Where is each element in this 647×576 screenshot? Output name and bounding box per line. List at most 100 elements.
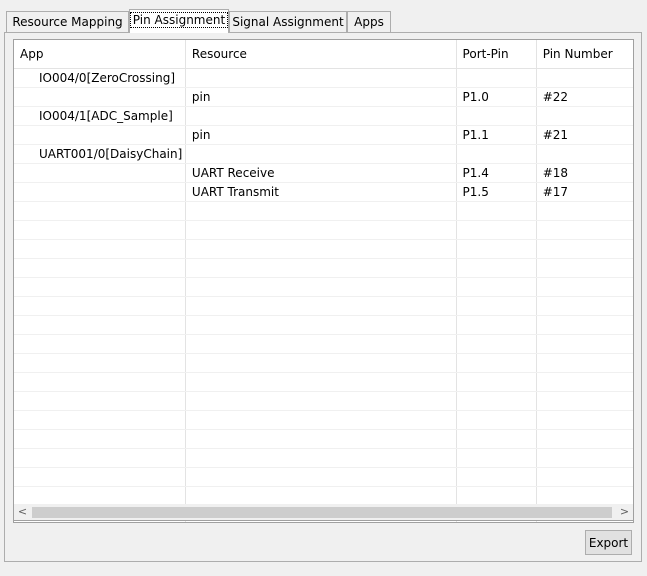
- table-row[interactable]: [14, 353, 633, 373]
- table-row[interactable]: [14, 258, 633, 278]
- tab-label: Apps: [354, 15, 384, 29]
- cell-port-pin: [456, 106, 537, 126]
- cell-app: [14, 87, 186, 107]
- cell-resource: [185, 315, 457, 335]
- cell-resource: [185, 220, 457, 240]
- table-row[interactable]: [14, 201, 633, 221]
- cell-resource: [185, 486, 457, 506]
- tab-pin-assignment[interactable]: Pin Assignment: [129, 9, 229, 33]
- table-row[interactable]: [14, 220, 633, 240]
- cell-resource: [185, 372, 457, 392]
- table-row[interactable]: [14, 391, 633, 411]
- cell-app: [14, 125, 186, 145]
- cell-pin-number: [536, 144, 633, 164]
- cell-app: [14, 182, 186, 202]
- table-row[interactable]: [14, 467, 633, 487]
- cell-app: [14, 410, 186, 430]
- table-row[interactable]: UART Transmit P1.5 #17: [14, 182, 633, 202]
- cell-port-pin: P1.1: [456, 125, 537, 145]
- cell-app: [14, 391, 186, 411]
- cell-pin-number: [536, 486, 633, 506]
- table-row[interactable]: [14, 334, 633, 354]
- cell-port-pin: [456, 448, 537, 468]
- table-row[interactable]: pin P1.0 #22: [14, 87, 633, 107]
- table-row[interactable]: pin P1.1 #21: [14, 125, 633, 145]
- table-row[interactable]: [14, 277, 633, 297]
- cell-resource: UART Receive: [185, 163, 457, 183]
- cell-port-pin: [456, 486, 537, 506]
- table-row[interactable]: [14, 486, 633, 506]
- table-row[interactable]: [14, 429, 633, 449]
- cell-port-pin: P1.5: [456, 182, 537, 202]
- cell-resource: [185, 429, 457, 449]
- cell-app: [14, 353, 186, 373]
- table-row[interactable]: [14, 410, 633, 430]
- cell-pin-number: [536, 220, 633, 240]
- table-row[interactable]: [14, 315, 633, 335]
- cell-resource: UART Transmit: [185, 182, 457, 202]
- tab-apps[interactable]: Apps: [347, 11, 391, 32]
- cell-pin-number: [536, 372, 633, 392]
- cell-resource: [185, 68, 457, 88]
- table-header-row: App Resource Port-Pin Pin Number: [14, 40, 633, 69]
- column-header-port-pin[interactable]: Port-Pin: [456, 40, 537, 69]
- cell-app: [14, 429, 186, 449]
- cell-app: [14, 486, 186, 506]
- cell-resource: [185, 258, 457, 278]
- column-header-resource[interactable]: Resource: [185, 40, 457, 69]
- cell-app: [14, 296, 186, 316]
- cell-port-pin: [456, 144, 537, 164]
- cell-port-pin: [456, 315, 537, 335]
- cell-app: [14, 448, 186, 468]
- column-header-pin-number[interactable]: Pin Number: [536, 40, 633, 69]
- table-row[interactable]: UART001/0[DaisyChain]: [14, 144, 633, 164]
- cell-port-pin: P1.0: [456, 87, 537, 107]
- cell-pin-number: [536, 277, 633, 297]
- tab-label: Pin Assignment: [129, 12, 229, 28]
- cell-pin-number: [536, 391, 633, 411]
- cell-app: [14, 220, 186, 240]
- cell-pin-number: [536, 201, 633, 221]
- cell-port-pin: [456, 258, 537, 278]
- cell-pin-number: #18: [536, 163, 633, 183]
- cell-port-pin: [456, 201, 537, 221]
- cell-app: [14, 277, 186, 297]
- cell-app: [14, 467, 186, 487]
- tab-label: Resource Mapping: [12, 15, 123, 29]
- column-header-app[interactable]: App: [14, 40, 186, 69]
- tab-signal-assignment[interactable]: Signal Assignment: [229, 11, 347, 32]
- cell-app: [14, 334, 186, 354]
- cell-port-pin: [456, 353, 537, 373]
- scroll-left-arrow-icon[interactable]: <: [14, 504, 31, 520]
- cell-port-pin: [456, 372, 537, 392]
- table-row[interactable]: IO004/0[ZeroCrossing]: [14, 68, 633, 88]
- cell-pin-number: [536, 296, 633, 316]
- cell-pin-number: #22: [536, 87, 633, 107]
- table-row[interactable]: [14, 372, 633, 392]
- cell-app: [14, 201, 186, 221]
- table-row[interactable]: UART Receive P1.4 #18: [14, 163, 633, 183]
- cell-resource: [185, 448, 457, 468]
- table-row[interactable]: [14, 239, 633, 259]
- table-row[interactable]: [14, 296, 633, 316]
- scroll-right-arrow-icon[interactable]: >: [616, 504, 633, 520]
- tab-resource-mapping[interactable]: Resource Mapping: [6, 11, 129, 32]
- horizontal-scrollbar[interactable]: < >: [13, 504, 634, 521]
- cell-resource: [185, 391, 457, 411]
- cell-pin-number: [536, 334, 633, 354]
- cell-pin-number: [536, 353, 633, 373]
- table-row[interactable]: IO004/1[ADC_Sample]: [14, 106, 633, 126]
- cell-resource: [185, 296, 457, 316]
- cell-resource: [185, 353, 457, 373]
- scrollbar-thumb[interactable]: [32, 507, 612, 518]
- table-row[interactable]: [14, 448, 633, 468]
- cell-pin-number: [536, 429, 633, 449]
- cell-app: [14, 163, 186, 183]
- export-button[interactable]: Export: [585, 530, 632, 555]
- cell-port-pin: [456, 239, 537, 259]
- cell-port-pin: [456, 410, 537, 430]
- cell-app: UART001/0[DaisyChain]: [14, 144, 186, 164]
- cell-app: [14, 239, 186, 259]
- cell-resource: [185, 410, 457, 430]
- cell-app: [14, 315, 186, 335]
